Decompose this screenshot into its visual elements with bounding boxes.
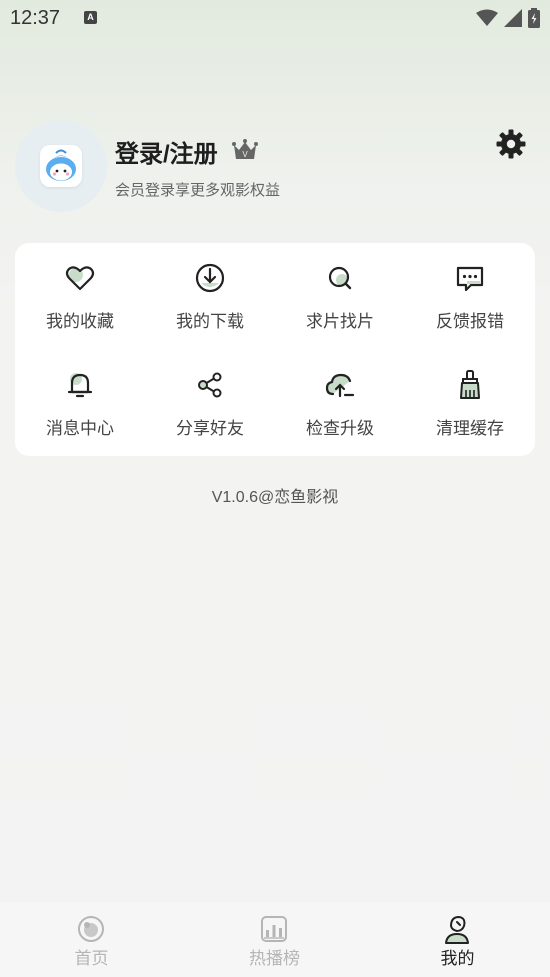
tab-label: 我的 [440,949,475,968]
menu-label: 我的下载 [176,312,244,331]
tab-home[interactable]: 首页 [0,902,183,977]
status-bar: 12:37 A [0,0,550,40]
tab-label: 热播榜 [249,949,300,968]
menu-item-clear-cache[interactable]: 清理缓存 [405,350,535,440]
avatar[interactable] [15,120,107,212]
menu-label: 我的收藏 [46,312,114,331]
signal-icon [504,9,522,27]
download-icon [195,263,225,293]
bell-icon [67,373,93,398]
notification-icon: A [84,11,97,24]
share-icon [198,372,222,398]
menu-label: 分享好友 [176,419,244,438]
status-icons [476,8,540,28]
feedback-message-icon [456,266,484,292]
tab-hot-list[interactable]: 热播榜 [183,902,366,977]
vip-crown-icon: V [232,139,258,159]
user-icon [445,915,469,944]
menu-label: 清理缓存 [436,419,504,438]
avatar-image [40,145,82,187]
tab-label: 首页 [74,949,109,968]
menu-label: 检查升级 [306,419,374,438]
menu-item-messages[interactable]: 消息中心 [15,350,145,440]
mascot-icon [46,149,76,181]
menu-item-downloads[interactable]: 我的下载 [145,243,275,333]
battery-icon [528,8,540,28]
menu-item-feedback[interactable]: 反馈报错 [405,243,535,333]
chart-icon [261,916,287,942]
tab-mine[interactable]: 我的 [366,902,549,977]
login-register-link[interactable]: 登录/注册 [115,134,218,169]
wifi-icon [476,9,498,26]
cloud-upload-icon [325,373,355,398]
search-icon [328,266,352,290]
home-icon [78,916,104,942]
menu-label: 求片找片 [306,312,374,331]
menu-item-request-movie[interactable]: 求片找片 [275,243,405,333]
svg-text:V: V [242,150,248,159]
profile-subtitle: 会员登录享更多观影权益 [115,182,281,199]
menu-item-favorites[interactable]: 我的收藏 [15,243,145,333]
broom-icon [460,370,480,399]
bottom-nav: 首页 热播榜 我的 [0,902,550,977]
menu-label: 反馈报错 [436,312,504,331]
settings-gear-icon[interactable] [495,128,527,160]
profile-header: 登录/注册 V 会员登录享更多观影权益 [15,120,535,215]
status-time: 12:37 [10,7,61,29]
feature-menu-card: 我的收藏 我的下载 求片找片 反馈报错 消息中心 分享好友 检查升级 清理缓存 [15,243,535,456]
menu-label: 消息中心 [46,419,114,438]
version-text: V1.0.6@恋鱼影视 [211,489,339,506]
heart-icon [65,266,95,291]
menu-item-share[interactable]: 分享好友 [145,350,275,440]
menu-item-check-update[interactable]: 检查升级 [275,350,405,440]
